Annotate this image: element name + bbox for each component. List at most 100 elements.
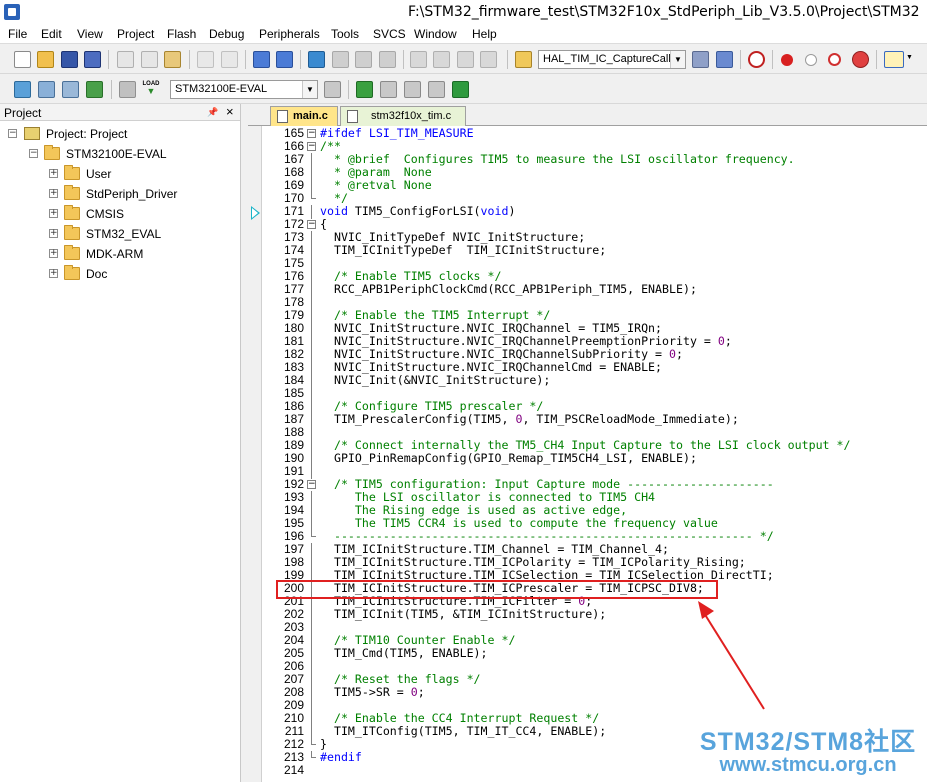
code-line[interactable]: 202 TIM_ICInit(TIM5, &TIM_ICInitStructur… <box>262 608 927 622</box>
expand-icon[interactable]: + <box>49 229 58 238</box>
close-icon[interactable]: × <box>226 104 234 119</box>
collapse-icon[interactable]: − <box>29 149 38 158</box>
open-folder-icon[interactable] <box>37 51 54 68</box>
menu-peripherals[interactable]: Peripherals <box>259 27 320 41</box>
menu-flash[interactable]: Flash <box>167 27 196 41</box>
keil-app-icon <box>4 4 20 20</box>
manage-project-items-icon[interactable] <box>356 81 373 98</box>
next-bookmark-icon[interactable] <box>355 51 372 68</box>
incremental-find-icon[interactable] <box>716 51 733 68</box>
pack-installer-icon[interactable] <box>428 81 445 98</box>
uncomment-icon[interactable] <box>480 51 497 68</box>
find-in-files-icon[interactable] <box>515 51 532 68</box>
menu-project[interactable]: Project <box>117 27 154 41</box>
menu-svcs[interactable]: SVCS <box>373 27 406 41</box>
code-text: #ifdef LSI_TIM_MEASURE <box>320 126 474 140</box>
expand-icon[interactable]: + <box>49 269 58 278</box>
target-options-icon[interactable] <box>324 81 341 98</box>
translate-icon[interactable] <box>14 81 31 98</box>
save-icon[interactable] <box>61 51 78 68</box>
folder-icon <box>64 165 80 180</box>
collapse-icon[interactable]: − <box>8 129 17 138</box>
code-line[interactable]: 169 * @retval None <box>262 179 927 193</box>
fold-collapse-icon[interactable]: − <box>307 220 316 229</box>
kill-breakpoints-icon[interactable] <box>828 53 841 66</box>
watermark-url: www.stmcu.org.cn <box>719 754 897 776</box>
redo-icon[interactable] <box>221 51 238 68</box>
code-line[interactable]: 205 TIM_Cmd(TIM5, ENABLE); <box>262 647 927 661</box>
disable-breakpoint-icon[interactable] <box>805 54 817 66</box>
menu-debug[interactable]: Debug <box>209 27 244 41</box>
target-combo-value: STM32100E-EVAL <box>175 83 268 95</box>
select-packs-icon[interactable] <box>380 81 397 98</box>
navigate-forward-icon[interactable] <box>276 51 293 68</box>
fold-collapse-icon[interactable]: − <box>307 142 316 151</box>
menu-help[interactable]: Help <box>472 27 497 41</box>
menu-bar: File Edit View Project Flash Debug Perip… <box>0 24 927 44</box>
project-icon <box>24 127 40 140</box>
comment-icon[interactable] <box>457 51 474 68</box>
new-file-icon[interactable] <box>14 51 31 68</box>
indent-icon[interactable] <box>410 51 427 68</box>
bookmark-icon[interactable] <box>308 51 325 68</box>
layout-dropdown-icon[interactable]: ▼ <box>906 51 916 68</box>
project-panel-title: Project <box>4 106 42 120</box>
undo-icon[interactable] <box>197 51 214 68</box>
tree-label: STM32100E-EVAL <box>66 147 167 161</box>
rebuild-icon[interactable] <box>62 81 79 98</box>
code-line[interactable]: 184 NVIC_Init(&NVIC_InitStructure); <box>262 374 927 388</box>
tree-label: MDK-ARM <box>86 247 144 261</box>
stop-build-icon[interactable] <box>119 81 136 98</box>
find-icon[interactable] <box>692 51 709 68</box>
manage-rte-icon[interactable] <box>404 81 421 98</box>
debug-session-icon[interactable] <box>748 51 765 68</box>
expand-icon[interactable]: + <box>49 189 58 198</box>
panel-splitter[interactable] <box>241 104 248 782</box>
navigate-back-icon[interactable] <box>253 51 270 68</box>
editor-gutter[interactable] <box>248 126 262 782</box>
download-icon[interactable]: LOAD ▼ <box>142 81 160 98</box>
breakpoint-icon[interactable] <box>781 54 793 66</box>
code-line[interactable]: 174 TIM_ICInitTypeDef TIM_ICInitStructur… <box>262 244 927 258</box>
window-layout-icon[interactable] <box>884 51 904 68</box>
code-line[interactable]: 187 TIM_PrescalerConfig(TIM5, 0, TIM_PSC… <box>262 413 927 427</box>
function-combo[interactable]: HAL_TIM_IC_CaptureCallb ▼ <box>538 50 686 69</box>
target-combo[interactable]: STM32100E-EVAL ▼ <box>170 80 318 99</box>
menu-edit[interactable]: Edit <box>41 27 62 41</box>
expand-icon[interactable]: + <box>49 209 58 218</box>
expand-icon[interactable]: + <box>49 249 58 258</box>
menu-tools[interactable]: Tools <box>331 27 359 41</box>
paste-icon[interactable] <box>164 51 181 68</box>
folder-icon <box>64 225 80 240</box>
code-line[interactable]: 165− #ifdef LSI_TIM_MEASURE <box>262 127 927 140</box>
code-line[interactable]: 171 void TIM5_ConfigForLSI(void) <box>262 205 927 219</box>
code-line[interactable]: 177 RCC_APB1PeriphClockCmd(RCC_APB1Perip… <box>262 283 927 297</box>
line-number: 214 <box>283 763 304 777</box>
chevron-down-icon[interactable]: ▼ <box>670 51 685 68</box>
cut-icon[interactable] <box>117 51 134 68</box>
kill-all-breakpoints-icon[interactable] <box>852 51 869 68</box>
fold-collapse-icon[interactable]: − <box>307 480 316 489</box>
menu-view[interactable]: View <box>77 27 103 41</box>
code-line[interactable]: 208 TIM5->SR = 0; <box>262 686 927 700</box>
code-editor: main.c stm32f10x_tim.c 165− #ifdef LSI_TI… <box>248 104 927 782</box>
build-icon[interactable] <box>38 81 55 98</box>
clear-bookmarks-icon[interactable] <box>379 51 396 68</box>
tree-label: Doc <box>86 267 108 281</box>
menu-file[interactable]: File <box>8 27 27 41</box>
folder-icon <box>64 245 80 260</box>
chevron-down-icon[interactable]: ▼ <box>302 81 317 98</box>
menu-window[interactable]: Window <box>414 27 457 41</box>
tab-main-c[interactable]: main.c <box>270 106 338 126</box>
unindent-icon[interactable] <box>433 51 450 68</box>
batch-build-icon[interactable] <box>86 81 103 98</box>
expand-icon[interactable]: + <box>49 169 58 178</box>
save-all-icon[interactable] <box>84 51 101 68</box>
run-time-environment-icon[interactable] <box>452 81 469 98</box>
fold-collapse-icon[interactable]: − <box>307 129 316 138</box>
tab-stm32f10x-tim-c[interactable]: stm32f10x_tim.c <box>340 106 466 126</box>
pin-icon[interactable]: 📌 <box>207 107 218 118</box>
code-line[interactable]: 190 GPIO_PinRemapConfig(GPIO_Remap_TIM5C… <box>262 452 927 466</box>
copy-icon[interactable] <box>141 51 158 68</box>
prev-bookmark-icon[interactable] <box>332 51 349 68</box>
